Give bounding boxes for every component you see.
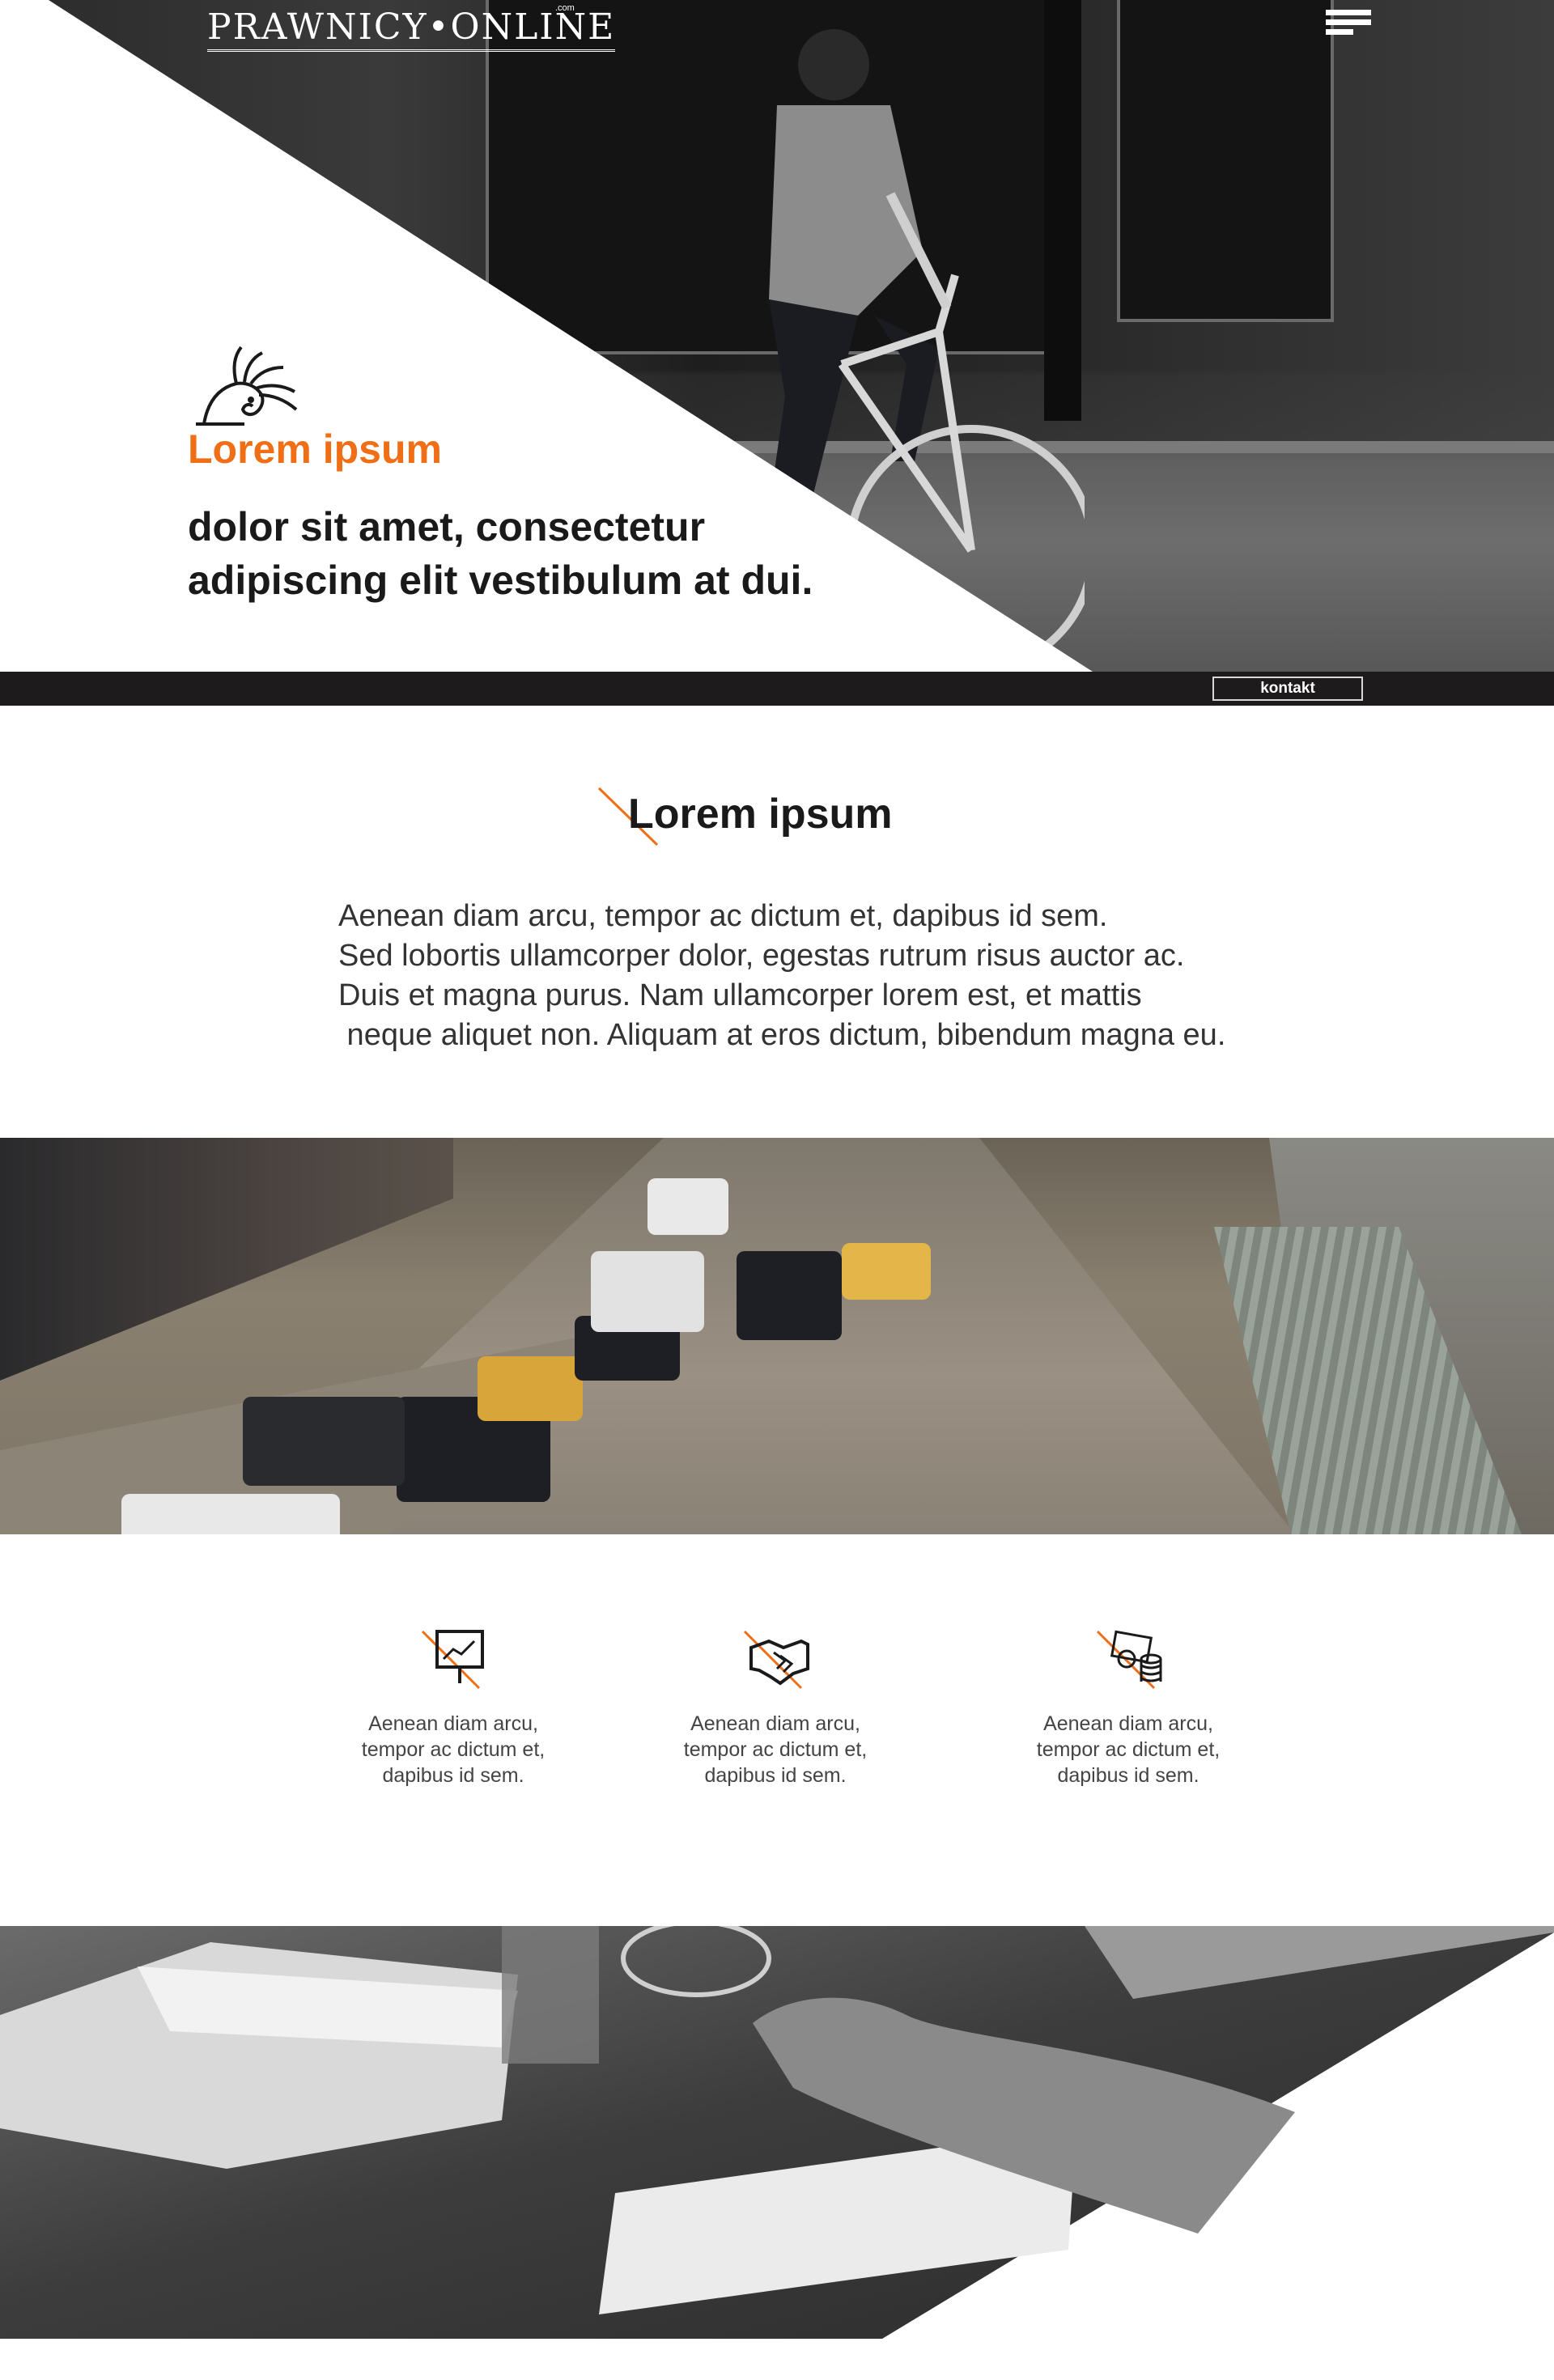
feature-text-line: Aenean diam arcu, xyxy=(690,1712,860,1735)
intro-line: neque aliquet non. Aliquam at eros dictu… xyxy=(338,1018,1226,1052)
feature-text-line: Aenean diam arcu, xyxy=(368,1712,538,1735)
city-photo-van xyxy=(591,1251,704,1332)
hero-subtitle-line: dolor sit amet, consectetur xyxy=(188,504,706,549)
feature-text-line: dapibus id sem. xyxy=(382,1764,524,1787)
intro-line: Duis et magna purus. Nam ullamcorper lor… xyxy=(338,978,1142,1012)
intro-paragraph: Aenean diam arcu, tempor ac dictum et, d… xyxy=(338,897,1310,1055)
hero-subtitle-line: adipiscing elit vestibulum at dui. xyxy=(188,558,813,603)
feature-text-line: dapibus id sem. xyxy=(704,1764,847,1787)
feature-text-line: dapibus id sem. xyxy=(1057,1764,1199,1787)
hero-title: Lorem ipsum xyxy=(188,426,442,472)
city-photo-suv xyxy=(737,1251,842,1340)
desk-workspace-photo xyxy=(0,1926,1554,2380)
intro-title: Lorem ipsum xyxy=(628,791,893,838)
city-street-photo xyxy=(0,1138,1554,1534)
city-photo-van xyxy=(648,1178,728,1235)
feature-text-line: Aenean diam arcu, xyxy=(1043,1712,1213,1735)
hero-section: PRAWNICY•ONLINE .com Lorem ipsum dolor s… xyxy=(0,0,1554,672)
city-photo-taxi xyxy=(842,1243,931,1300)
hamburger-menu-icon[interactable] xyxy=(1326,10,1371,39)
feature-text-line: tempor ac dictum et, xyxy=(1036,1738,1221,1761)
city-photo-car xyxy=(121,1494,340,1534)
intro-line: Sed lobortis ullamcorper dolor, egestas … xyxy=(338,939,1185,973)
presentation-chart-icon xyxy=(421,1630,484,1690)
site-logo[interactable]: PRAWNICY•ONLINE xyxy=(207,6,616,52)
money-coins-icon xyxy=(1096,1630,1162,1690)
logo-domain-suffix: .com xyxy=(555,3,575,13)
cockatoo-logo-icon xyxy=(196,346,298,426)
city-photo-buildings-left xyxy=(0,1138,453,1381)
handshake-icon xyxy=(743,1630,809,1690)
feature-item: Aenean diam arcu, tempor ac dictum et, d… xyxy=(662,1623,889,1788)
contact-button[interactable]: kontakt xyxy=(1212,677,1363,701)
feature-item: Aenean diam arcu, tempor ac dictum et, d… xyxy=(1015,1623,1242,1788)
city-photo-car xyxy=(243,1397,405,1486)
hero-subtitle: dolor sit amet, consectetur adipiscing e… xyxy=(188,500,997,607)
desk-photo xyxy=(0,1926,1554,2339)
feature-text-line: tempor ac dictum et, xyxy=(683,1738,868,1761)
intro-line: Aenean diam arcu, tempor ac dictum et, d… xyxy=(338,899,1108,933)
feature-item: Aenean diam arcu, tempor ac dictum et, d… xyxy=(340,1623,567,1788)
city-photo-taxi xyxy=(478,1356,583,1421)
feature-text-line: tempor ac dictum et, xyxy=(361,1738,546,1761)
